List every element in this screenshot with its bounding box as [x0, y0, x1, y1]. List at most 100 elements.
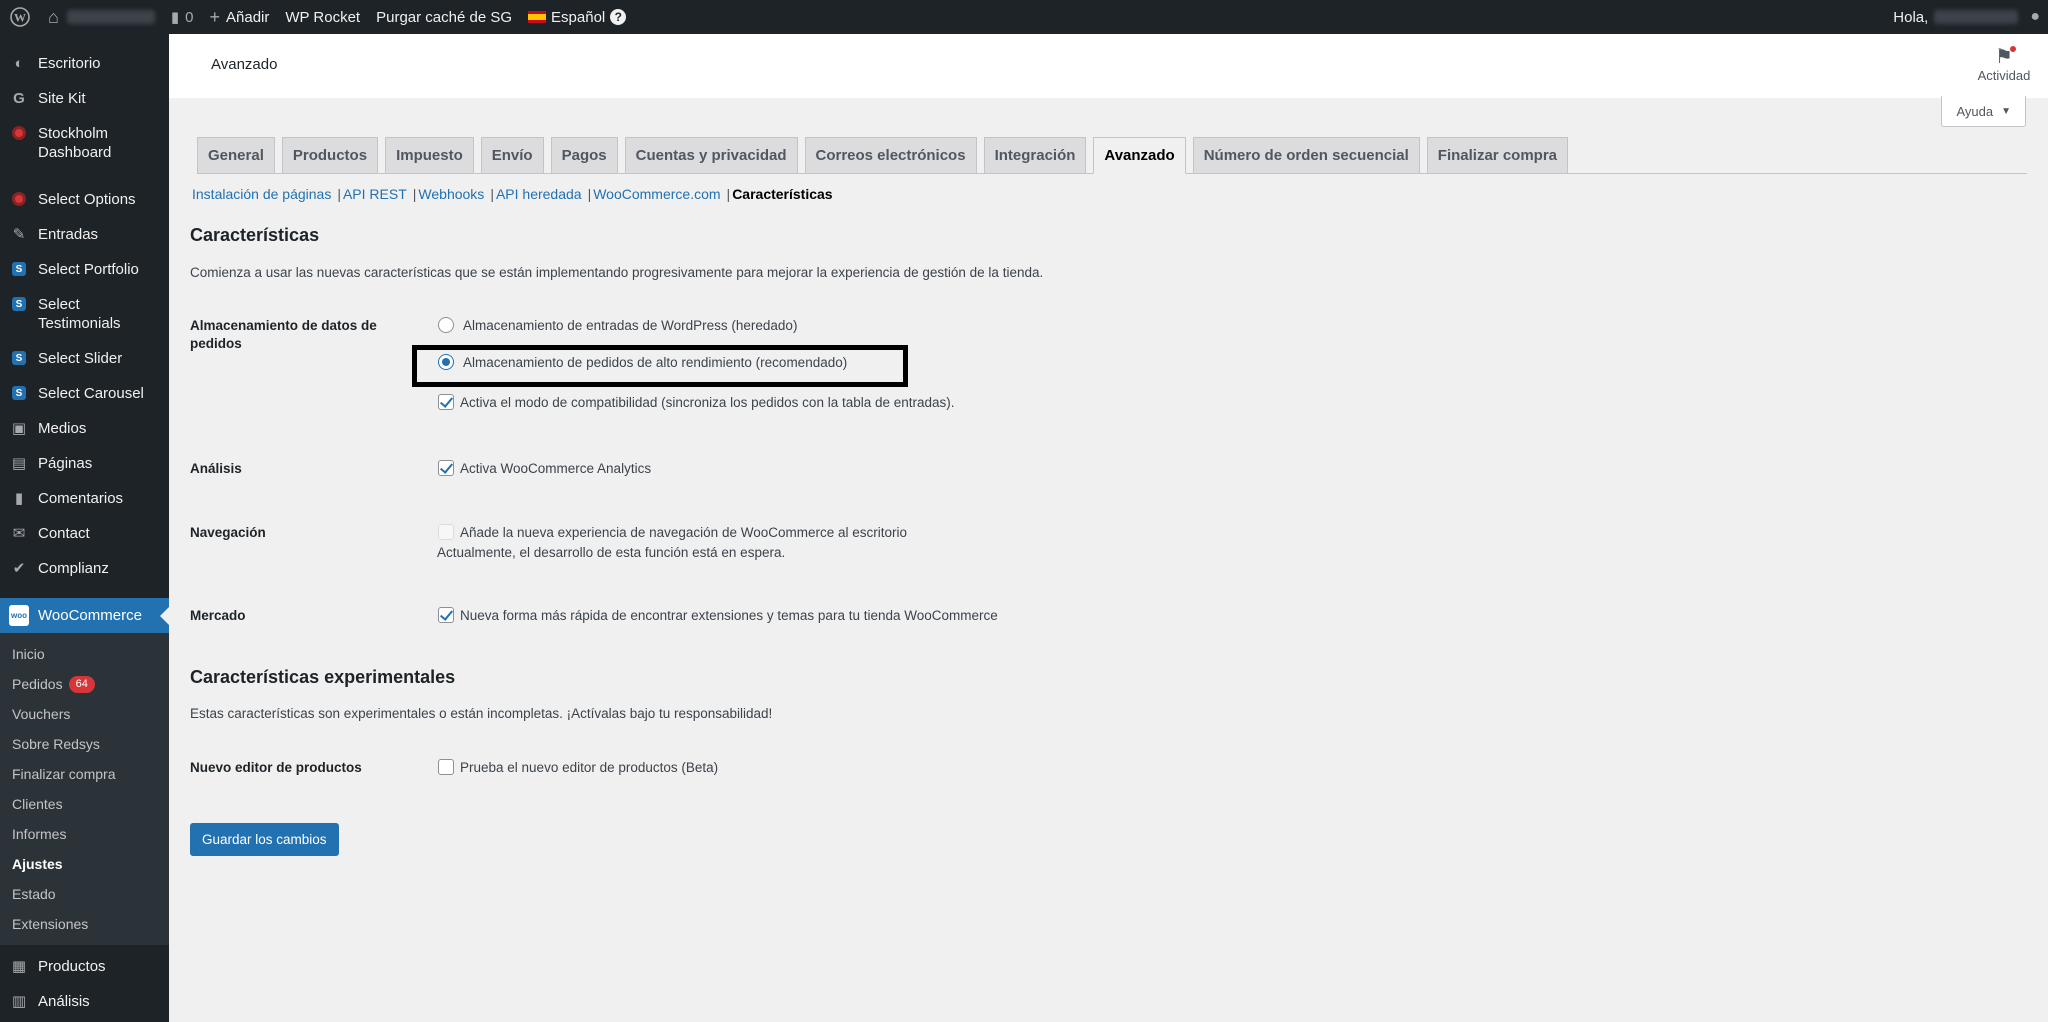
sidebar-item-complianz[interactable]: ✔ Complianz — [0, 551, 169, 586]
sidebar-item-stockholm-dashboard[interactable]: Stockholm Dashboard — [0, 116, 169, 170]
submenu-item-extensiones[interactable]: Extensiones — [0, 909, 169, 939]
subnav-api-rest[interactable]: API REST — [343, 186, 407, 202]
experimental-heading: Características experimentales — [190, 667, 456, 687]
sidebar-item-label: Stockholm Dashboard — [38, 125, 112, 161]
submenu-item-estado[interactable]: Estado — [0, 879, 169, 909]
features-description: Comienza a usar las nuevas característic… — [190, 265, 1044, 280]
submenu-item-sobre-redsys[interactable]: Sobre Redsys — [0, 729, 169, 759]
my-account-menu[interactable]: Hola, ● — [1885, 0, 2048, 34]
language-switcher[interactable]: Español ? — [520, 0, 634, 34]
product-editor-label: Nuevo editor de productos — [190, 760, 362, 775]
order-storage-hpos-option[interactable]: Almacenamiento de pedidos de alto rendim… — [438, 354, 847, 370]
sidebar-item-select-slider[interactable]: S Select Slider — [0, 341, 169, 376]
purge-cache-link[interactable]: Purgar caché de SG — [368, 0, 520, 34]
compatibility-mode-option[interactable]: Activa el modo de compatibilidad (sincro… — [438, 394, 955, 410]
svg-text:W: W — [14, 11, 26, 25]
subnav-webhooks[interactable]: Webhooks — [418, 186, 484, 202]
sidebar-item-entradas[interactable]: ✎ Entradas — [0, 217, 169, 252]
marketplace-checkbox[interactable] — [438, 607, 454, 623]
site-name-redacted — [66, 10, 155, 24]
subnav-woocommerce-com[interactable]: WooCommerce.com — [593, 186, 720, 202]
analytics-label: Análisis — [190, 461, 242, 476]
subnav-caracteristicas: Características — [732, 186, 833, 202]
tab-finalizar-compra[interactable]: Finalizar compra — [1426, 137, 1568, 173]
sidebar-item-label: Select Carousel — [38, 385, 144, 402]
bar-chart-icon: ▥ — [11, 992, 27, 1010]
tab-correos[interactable]: Correos electrónicos — [804, 137, 977, 173]
username-redacted — [1934, 10, 2019, 24]
order-storage-label: Almacenamiento de datos de pedidos — [190, 318, 377, 351]
user-avatar-icon: ● — [2030, 8, 2040, 25]
marketplace-option[interactable]: Nueva forma más rápida de encontrar exte… — [438, 607, 998, 623]
sidebar-item-woocommerce[interactable]: woo WooCommerce — [0, 598, 169, 633]
spain-flag-icon — [528, 11, 547, 23]
sidebar-item-productos[interactable]: ▦ Productos — [0, 949, 169, 984]
stockholm-icon — [10, 124, 28, 142]
submenu-item-clientes[interactable]: Clientes — [0, 789, 169, 819]
sidebar-item-select-portfolio[interactable]: S Select Portfolio — [0, 252, 169, 287]
sidebar-item-select-testimonials[interactable]: S Select Testimonials — [0, 287, 169, 341]
site-home-link[interactable]: ⌂ — [40, 0, 163, 34]
tab-impuesto[interactable]: Impuesto — [385, 137, 474, 173]
analytics-checkbox[interactable] — [438, 460, 454, 476]
comments-link[interactable]: ▮ 0 — [163, 0, 202, 34]
wp-rocket-menu[interactable]: WP Rocket — [277, 0, 368, 34]
sidebar-item-comentarios[interactable]: ▮ Comentarios — [0, 481, 169, 516]
add-new-menu[interactable]: + Añadir — [201, 0, 277, 34]
sidebar-item-paginas[interactable]: ▤ Páginas — [0, 446, 169, 481]
submenu-item-informes[interactable]: Informes — [0, 819, 169, 849]
select-logo-icon: S — [10, 295, 28, 313]
pages-icon: ▤ — [11, 454, 27, 472]
sidebar-item-escritorio[interactable]: ◐ Escritorio — [0, 46, 169, 81]
sidebar-item-site-kit[interactable]: G Site Kit — [0, 81, 169, 116]
select-logo-icon: S — [10, 349, 28, 367]
tab-general[interactable]: General — [197, 137, 275, 173]
subnav-instalacion-paginas[interactable]: Instalación de páginas — [192, 186, 331, 202]
tab-integracion[interactable]: Integración — [983, 137, 1087, 173]
tab-cuentas-privacidad[interactable]: Cuentas y privacidad — [624, 137, 798, 173]
activity-button[interactable]: ⚑ Actividad — [1974, 44, 2034, 83]
order-storage-legacy-option[interactable]: Almacenamiento de entradas de WordPress … — [438, 317, 797, 333]
comments-icon: ▮ — [14, 489, 24, 507]
hpos-storage-label: Almacenamiento de pedidos de alto rendim… — [463, 354, 848, 370]
sidebar-item-select-carousel[interactable]: S Select Carousel — [0, 376, 169, 411]
comment-icon: ▮ — [170, 9, 180, 26]
sidebar-item-label: Productos — [38, 958, 106, 975]
hpos-storage-radio[interactable] — [438, 354, 454, 370]
wordpress-logo-icon[interactable]: W — [0, 0, 40, 34]
subnav-api-heredada[interactable]: API heredada — [496, 186, 582, 202]
product-editor-option[interactable]: Prueba el nuevo editor de productos (Bet… — [438, 759, 718, 775]
submenu-item-inicio[interactable]: Inicio — [0, 639, 169, 669]
sidebar-item-label: Select Portfolio — [38, 261, 139, 278]
submenu-item-vouchers[interactable]: Vouchers — [0, 699, 169, 729]
sidebar-item-analisis[interactable]: ▥ Análisis — [0, 984, 169, 1019]
tab-pagos[interactable]: Pagos — [550, 137, 618, 173]
sidebar-item-label: Medios — [38, 420, 87, 437]
sidebar-item-select-options[interactable]: Select Options — [0, 182, 169, 217]
compatibility-mode-checkbox[interactable] — [438, 394, 454, 410]
tab-avanzado[interactable]: Avanzado — [1093, 137, 1186, 174]
help-tab-button[interactable]: Ayuda ▼ — [1941, 96, 2026, 127]
navigation-option-label: Añade la nueva experiencia de navegación… — [460, 524, 908, 540]
submenu-item-ajustes[interactable]: Ajustes — [0, 849, 169, 879]
add-new-label: Añadir — [226, 8, 270, 26]
analytics-option[interactable]: Activa WooCommerce Analytics — [438, 460, 651, 476]
pin-icon: ✎ — [12, 225, 26, 243]
tab-productos[interactable]: Productos — [281, 137, 379, 173]
envelope-icon: ✉ — [12, 524, 26, 542]
sidebar-item-label: Contact — [38, 525, 90, 542]
sidebar-item-medios[interactable]: ▣ Medios — [0, 411, 169, 446]
submenu-item-pedidos[interactable]: Pedidos 64 — [0, 669, 169, 699]
subnav-separator: | — [726, 186, 731, 202]
tab-numero-orden[interactable]: Número de orden secuencial — [1192, 137, 1420, 173]
submenu-item-finalizar-compra[interactable]: Finalizar compra — [0, 759, 169, 789]
legacy-storage-radio[interactable] — [438, 317, 454, 333]
admin-sidebar: ◐ Escritorio G Site Kit Stockholm Dashboar… — [0, 34, 169, 1022]
save-changes-button[interactable]: Guardar los cambios — [190, 823, 339, 856]
help-circle-icon[interactable]: ? — [610, 9, 627, 25]
sidebar-item-contact[interactable]: ✉ Contact — [0, 516, 169, 551]
product-editor-checkbox[interactable] — [438, 759, 454, 775]
sidebar-item-label: Páginas — [38, 455, 93, 472]
tab-envio[interactable]: Envío — [480, 137, 544, 173]
orders-count-badge: 64 — [68, 675, 95, 693]
